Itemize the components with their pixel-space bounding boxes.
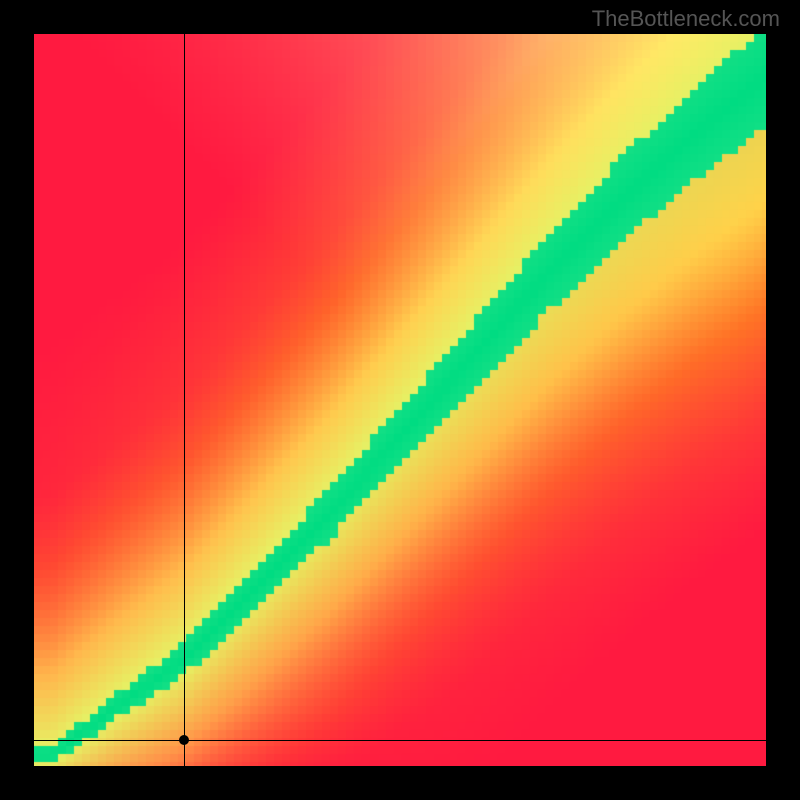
watermark-text: TheBottleneck.com	[592, 6, 780, 32]
plot-area	[34, 34, 766, 766]
crosshair-vertical	[184, 34, 185, 766]
heatmap-canvas	[34, 34, 766, 766]
crosshair-horizontal	[34, 740, 766, 741]
chart-container: TheBottleneck.com	[0, 0, 800, 800]
marker-dot	[179, 735, 189, 745]
